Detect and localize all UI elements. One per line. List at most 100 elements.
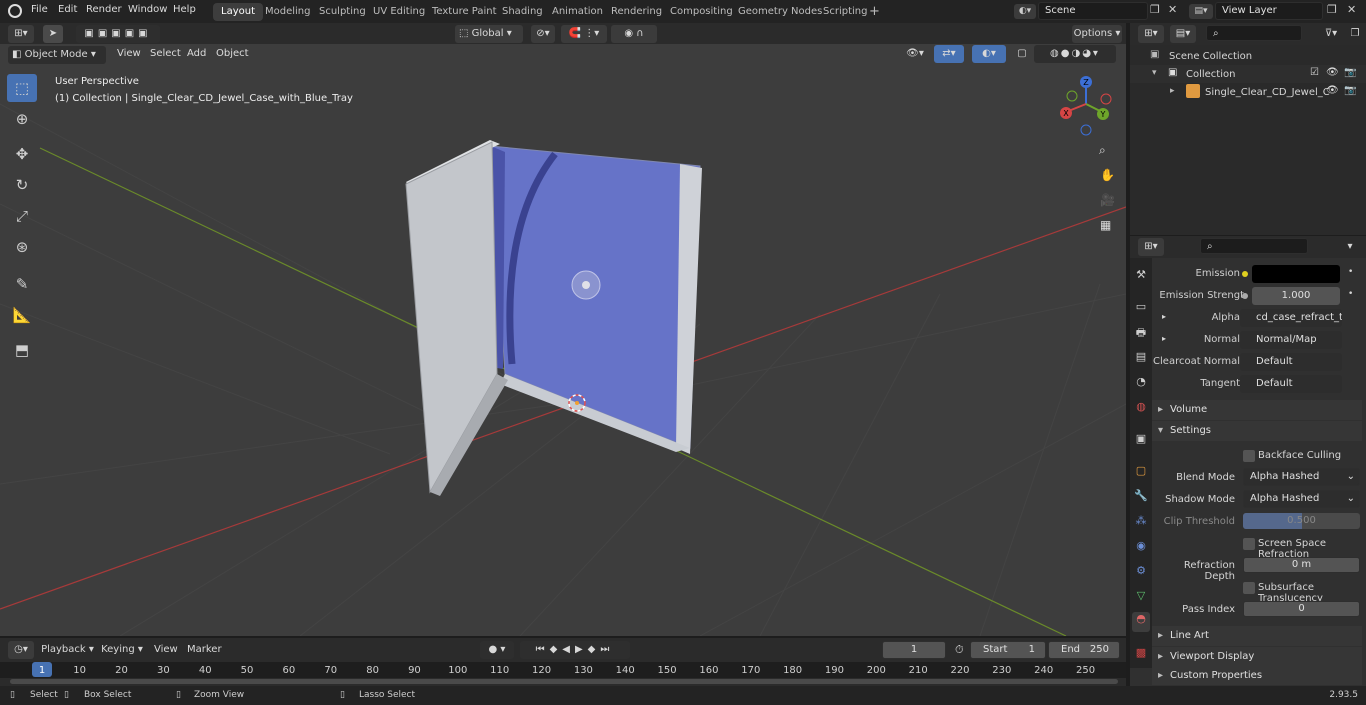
tab-animation[interactable]: Animation (544, 3, 611, 21)
tool-tab-icon[interactable]: ⚒ (1133, 268, 1149, 284)
outliner-search-input[interactable]: ⌕ (1206, 25, 1302, 41)
new-collection-icon[interactable]: ❐ (1348, 25, 1362, 43)
scene-selector-icon[interactable]: ◐▾ (1014, 4, 1036, 19)
render-tab-icon[interactable]: ▭ (1133, 300, 1149, 316)
playback-controls-icon[interactable]: ⏮◆◀▶◆⏭ (520, 641, 630, 659)
properties-editor-type-icon[interactable]: ⊞▾ (1138, 238, 1164, 256)
proportional-edit-icon[interactable]: ◉ ∩ (611, 25, 657, 43)
menu-playback[interactable]: Playback ▾ (40, 641, 95, 659)
shading-mode-icons[interactable]: ◍●◑◕▾ (1034, 45, 1116, 63)
texture-tab-icon[interactable]: ▩ (1133, 646, 1149, 662)
ssr-checkbox[interactable] (1243, 538, 1255, 550)
outliner-row-scene-collection[interactable]: ▣ Scene Collection (1130, 47, 1366, 65)
start-frame-field[interactable]: Start 1 (970, 641, 1046, 659)
cd-jewel-case-object[interactable] (405, 140, 702, 496)
view-layer-selector-icon[interactable]: ▤▾ (1189, 4, 1213, 19)
scale-tool-icon[interactable]: ⤢ (7, 202, 37, 230)
menu-object[interactable]: Object (216, 48, 249, 59)
menu-edit[interactable]: Edit (58, 4, 77, 15)
pass-index-field[interactable]: 0 (1243, 601, 1360, 617)
normal-link-field[interactable]: Normal/Map (1240, 331, 1342, 349)
tab-compositing[interactable]: Compositing (662, 3, 741, 21)
menu-keying[interactable]: Keying ▾ (98, 641, 146, 659)
tab-modeling[interactable]: Modeling (257, 3, 319, 21)
cursor-tool-icon[interactable]: ⊕ (7, 105, 37, 133)
pivot-point-icon[interactable]: ⊘▾ (531, 25, 555, 43)
xray-icon[interactable]: ▢ (1014, 45, 1030, 63)
camera-icon[interactable]: 📷 (1344, 85, 1356, 96)
view-layer-tab-icon[interactable]: ▤ (1133, 350, 1149, 366)
new-view-layer-icon[interactable]: ❐ (1327, 3, 1337, 16)
camera-view-icon[interactable]: 🎥 (1100, 193, 1115, 207)
keyframe-dot-icon[interactable]: • (1348, 267, 1353, 277)
exclude-checkbox-icon[interactable]: ☑ (1310, 67, 1319, 78)
camera-icon[interactable]: 📷 (1344, 67, 1356, 78)
menu-window[interactable]: Window (128, 4, 167, 15)
menu-marker[interactable]: Marker (187, 644, 222, 655)
expand-icon[interactable]: ▾ (1152, 68, 1157, 78)
value-socket-icon[interactable] (1242, 293, 1248, 299)
object-tab-icon[interactable]: ▢ (1133, 464, 1149, 480)
clip-threshold-slider[interactable]: 0.500 (1243, 513, 1360, 529)
snap-icon[interactable]: 🧲 ⋮▾ (561, 25, 607, 43)
output-tab-icon[interactable]: 🖶 (1133, 324, 1149, 340)
menu-help[interactable]: Help (173, 4, 196, 15)
3d-viewport[interactable]: User Perspective (1) Collection | Single… (0, 44, 1126, 636)
add-workspace-icon[interactable]: + (869, 4, 880, 19)
gizmo-toggle-icon[interactable]: ⇄▾ (934, 45, 964, 63)
constraints-tab-icon[interactable]: ⚙ (1133, 564, 1149, 580)
tab-scripting[interactable]: Scripting (815, 3, 875, 21)
section-settings[interactable]: Settings (1152, 421, 1362, 441)
section-line-art[interactable]: Line Art (1152, 626, 1362, 646)
collection-tab-icon[interactable]: ▣ (1133, 432, 1149, 448)
tab-layout[interactable]: Layout (213, 3, 263, 21)
keyframe-dot-icon[interactable]: • (1348, 289, 1353, 299)
blender-logo-icon[interactable] (8, 4, 22, 18)
expand-icon[interactable]: ▸ (1162, 334, 1166, 343)
annotate-tool-icon[interactable]: ✎ (7, 270, 37, 298)
blend-mode-dropdown[interactable]: Alpha Hashed ⌄ (1243, 468, 1360, 486)
visibility-icon[interactable]: 👁▾ (903, 45, 927, 63)
emission-color-swatch[interactable] (1252, 265, 1340, 283)
scene-name-field[interactable]: Scene (1038, 2, 1148, 20)
properties-options-icon[interactable]: ▾ (1342, 238, 1358, 256)
filter-icon[interactable]: ⊽▾ (1318, 25, 1344, 43)
timeline-scrollbar[interactable] (10, 679, 1118, 684)
refraction-depth-field[interactable]: 0 m (1243, 557, 1360, 573)
tangent-field[interactable]: Default (1240, 375, 1342, 393)
ortho-toggle-icon[interactable]: ▦ (1100, 218, 1111, 232)
end-frame-field[interactable]: End 250 (1048, 641, 1120, 659)
view-layer-field[interactable]: View Layer (1215, 2, 1323, 20)
tab-texture-paint[interactable]: Texture Paint (424, 3, 505, 21)
auto-keying-icon[interactable]: ● ▾ (480, 641, 514, 659)
modifiers-tab-icon[interactable]: 🔧 (1133, 489, 1149, 505)
menu-select[interactable]: Select (150, 48, 181, 59)
section-custom-properties[interactable]: Custom Properties (1152, 667, 1362, 685)
physics-tab-icon[interactable]: ◉ (1133, 539, 1149, 555)
select-tool-icon[interactable]: ➤ (43, 25, 63, 43)
particles-tab-icon[interactable]: ⁂ (1133, 514, 1149, 530)
tab-shading[interactable]: Shading (494, 3, 551, 21)
material-tab-icon[interactable]: ◓ (1132, 612, 1150, 632)
properties-search-input[interactable]: ⌕ (1200, 238, 1308, 254)
alpha-link-field[interactable]: cd_case_refract_tran... (1240, 309, 1342, 327)
outliner-row-collection[interactable]: ▾ ▣ Collection ☑ 👁 📷 (1130, 65, 1366, 83)
expand-icon[interactable]: ▸ (1170, 86, 1175, 96)
add-cube-tool-icon[interactable]: ⬒ (7, 336, 37, 364)
stopwatch-icon[interactable]: ⏱ (955, 643, 964, 657)
move-tool-icon[interactable]: ✥ (7, 140, 37, 168)
eye-icon[interactable]: 👁 (1326, 85, 1339, 96)
mode-dropdown[interactable]: ◧ Object Mode ▾ (8, 46, 106, 64)
navigation-gizmo[interactable]: Z X Y (1058, 76, 1118, 136)
delete-view-layer-icon[interactable]: ✕ (1347, 3, 1356, 16)
menu-file[interactable]: File (31, 4, 48, 15)
outliner-editor-type-icon[interactable]: ⊞▾ (1138, 25, 1164, 43)
delete-scene-icon[interactable]: ✕ (1168, 3, 1177, 16)
select-box-tool-icon[interactable]: ⬚ (7, 74, 37, 102)
measure-tool-icon[interactable]: 📐 (7, 301, 37, 329)
backface-culling-checkbox[interactable] (1243, 450, 1255, 462)
editor-type-icon[interactable]: ⊞▾ (8, 25, 34, 43)
timeline-editor-type-icon[interactable]: ◷▾ (8, 641, 34, 659)
outliner-row-object[interactable]: ▸ Single_Clear_CD_Jewel_C 👁 📷 (1130, 83, 1366, 101)
scene-tab-icon[interactable]: ◔ (1133, 375, 1149, 391)
